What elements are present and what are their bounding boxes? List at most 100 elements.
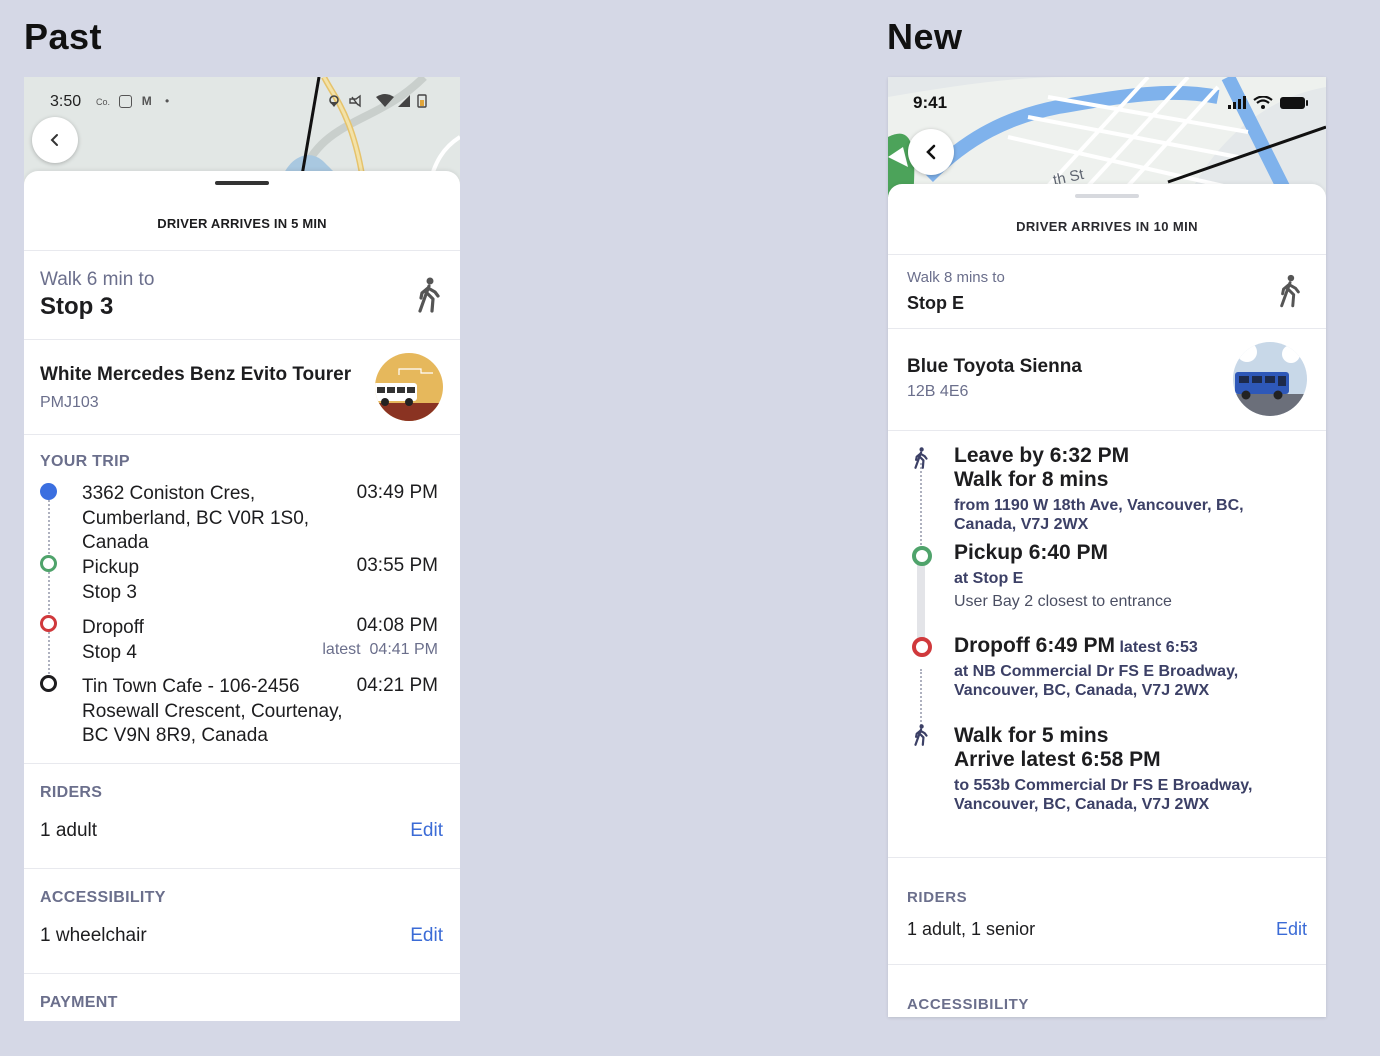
- step-title: Dropoff 6:49 PM: [954, 634, 1116, 657]
- destination-marker: [40, 675, 57, 692]
- past-walk-label: Walk 6 min to: [40, 269, 155, 290]
- past-accessibility-value: 1 wheelchair: [40, 925, 147, 946]
- past-stop-time: 03:55 PM: [356, 555, 438, 576]
- step-detail: from 1190 W 18th Ave, Vancouver, BC,: [954, 497, 1244, 514]
- step-title: Leave by 6:32 PM: [954, 444, 1130, 467]
- past-stop-pickup[interactable]: Pickup Stop 3: [82, 555, 139, 605]
- carrier-text: Co.: [96, 97, 111, 107]
- vehicle-thumbnail: [1233, 342, 1307, 416]
- past-payment-row: PAYMENT: [24, 974, 460, 1021]
- new-walk-stop: Stop E: [907, 293, 964, 313]
- new-back-button[interactable]: [908, 129, 954, 175]
- pickup-marker: [40, 555, 57, 572]
- step-detail: Canada, V7J 2WX: [954, 516, 1089, 533]
- step-detail: Vancouver, BC, Canada, V7J 2WX: [954, 796, 1210, 813]
- mute-icon: [349, 94, 361, 108]
- past-stop-dropoff[interactable]: Dropoff Stop 4: [82, 615, 144, 665]
- past-stop-latest: latest 04:41 PM: [322, 641, 438, 659]
- new-vehicle-row: Blue Toyota Sienna 12B 4E6: [888, 329, 1326, 430]
- past-stop-line: Stop 4: [82, 642, 137, 663]
- past-stop-line: Pickup: [82, 557, 140, 578]
- battery-icon: [1280, 97, 1308, 109]
- past-accessibility-heading: ACCESSIBILITY: [40, 889, 166, 906]
- past-stop-time: 03:49 PM: [356, 482, 438, 503]
- new-riders-edit-button[interactable]: Edit: [1276, 919, 1307, 940]
- step-title: Walk for 5 mins: [954, 724, 1109, 747]
- step-latest: latest 6:53: [1119, 639, 1198, 656]
- past-stop-time: 04:21 PM: [356, 675, 438, 696]
- step-title-row: Dropoff 6:49 PM latest 6:53: [954, 634, 1198, 658]
- back-chevron-icon: [926, 144, 936, 160]
- past-vehicle-plate: PMJ103: [40, 394, 99, 411]
- past-trip-connector: [48, 489, 50, 681]
- past-trip-heading: YOUR TRIP: [40, 453, 130, 470]
- new-heading: New: [887, 16, 963, 57]
- step-detail: at Stop E: [954, 570, 1024, 587]
- past-payment-heading: PAYMENT: [40, 994, 118, 1011]
- past-riders-row: RIDERS 1 adult Edit: [24, 764, 460, 868]
- past-status-notification-icons: Co. M •: [96, 94, 169, 109]
- signal-icon: [1228, 96, 1246, 109]
- past-stop-line: Canada: [82, 532, 149, 553]
- past-back-button[interactable]: [32, 117, 78, 163]
- new-vehicle-plate: 12B 4E6: [907, 383, 969, 400]
- past-riders-heading: RIDERS: [40, 784, 103, 801]
- past-stop-line: BC V9N 8R9, Canada: [82, 725, 268, 746]
- instagram-icon: [119, 95, 133, 109]
- past-stop-destination[interactable]: Tin Town Cafe - 106-2456 Rosewall Cresce…: [82, 675, 342, 749]
- new-phone-screen: th St 9:41 DRIVER ARRIVES IN 10 MIN Walk…: [888, 77, 1326, 1017]
- step-title: Arrive latest 6:58 PM: [954, 748, 1161, 771]
- walking-person-icon: [418, 277, 440, 313]
- past-stop-line: 3362 Coniston Cres,: [82, 483, 256, 504]
- past-stop-origin[interactable]: 3362 Coniston Cres, Cumberland, BC V0R 1…: [82, 482, 309, 556]
- past-stop-line: Stop 3: [82, 582, 137, 603]
- new-map[interactable]: th St 9:41: [888, 77, 1326, 197]
- past-vehicle-name: White Mercedes Benz Evito Tourer: [40, 364, 352, 385]
- pickup-marker: [912, 546, 932, 566]
- new-sheet-handle[interactable]: [1075, 194, 1139, 198]
- walking-person-icon: [914, 447, 928, 469]
- past-sheet-handle[interactable]: [215, 181, 269, 185]
- origin-marker: [40, 483, 57, 500]
- new-bottom-sheet: DRIVER ARRIVES IN 10 MIN Walk 8 mins to …: [888, 184, 1326, 1017]
- new-riders-row: RIDERS 1 adult, 1 senior Edit: [888, 858, 1326, 964]
- past-driver-banner: DRIVER ARRIVES IN 5 MIN: [157, 216, 327, 231]
- step-note: User Bay 2 closest to entrance: [954, 593, 1172, 610]
- past-status-time: 3:50: [50, 93, 82, 110]
- step-detail: Vancouver, BC, Canada, V7J 2WX: [954, 682, 1210, 699]
- past-stop-line: Dropoff: [82, 617, 144, 638]
- walking-person-icon: [914, 724, 928, 746]
- past-walk-stop: Stop 3: [40, 293, 114, 320]
- past-stop-line: Tin Town Cafe - 106-2456: [82, 676, 300, 697]
- new-driver-banner: DRIVER ARRIVES IN 10 MIN: [1016, 219, 1198, 234]
- past-vehicle-row: White Mercedes Benz Evito Tourer PMJ103: [24, 340, 460, 434]
- past-accessibility-edit-button[interactable]: Edit: [410, 925, 443, 947]
- past-phone-screen: 3:50 Co. M • DRIVER ARRIVES IN 5 MIN Wal…: [24, 77, 460, 1021]
- new-accessibility-heading: ACCESSIBILITY: [907, 996, 1029, 1013]
- past-stop-line: Cumberland, BC V0R 1S0,: [82, 507, 310, 529]
- past-riders-edit-button[interactable]: Edit: [410, 820, 443, 842]
- new-status-time: 9:41: [913, 93, 948, 112]
- new-walk-label: Walk 8 mins to: [907, 269, 1005, 286]
- latest-label: latest: [322, 641, 361, 658]
- back-chevron-icon: [50, 134, 58, 146]
- past-status-system-icons: [328, 93, 438, 114]
- vehicle-thumbnail: [375, 353, 443, 421]
- past-stop-time: 04:08 PM: [356, 615, 438, 636]
- gmail-icon: M: [141, 94, 152, 108]
- walk-connector: [920, 463, 922, 545]
- wifi-icon: [376, 94, 394, 107]
- signal-icon: [398, 95, 410, 107]
- step-detail: to 553b Commercial Dr FS E Broadway,: [954, 777, 1253, 794]
- past-accessibility-row: ACCESSIBILITY 1 wheelchair Edit: [24, 869, 460, 973]
- new-riders-value: 1 adult, 1 senior: [907, 919, 1036, 939]
- walking-person-icon: [1280, 274, 1300, 308]
- battery-icon: [417, 94, 427, 108]
- past-heading: Past: [24, 16, 103, 57]
- step-title: Walk for 8 mins: [954, 468, 1109, 491]
- new-status-system-icons: [1228, 96, 1308, 109]
- new-itinerary: Leave by 6:32 PM Walk for 8 mins from 11…: [888, 431, 1326, 857]
- step-title: Pickup 6:40 PM: [954, 541, 1109, 564]
- new-riders-heading: RIDERS: [907, 889, 968, 906]
- new-accessibility-row: ACCESSIBILITY: [888, 965, 1326, 1017]
